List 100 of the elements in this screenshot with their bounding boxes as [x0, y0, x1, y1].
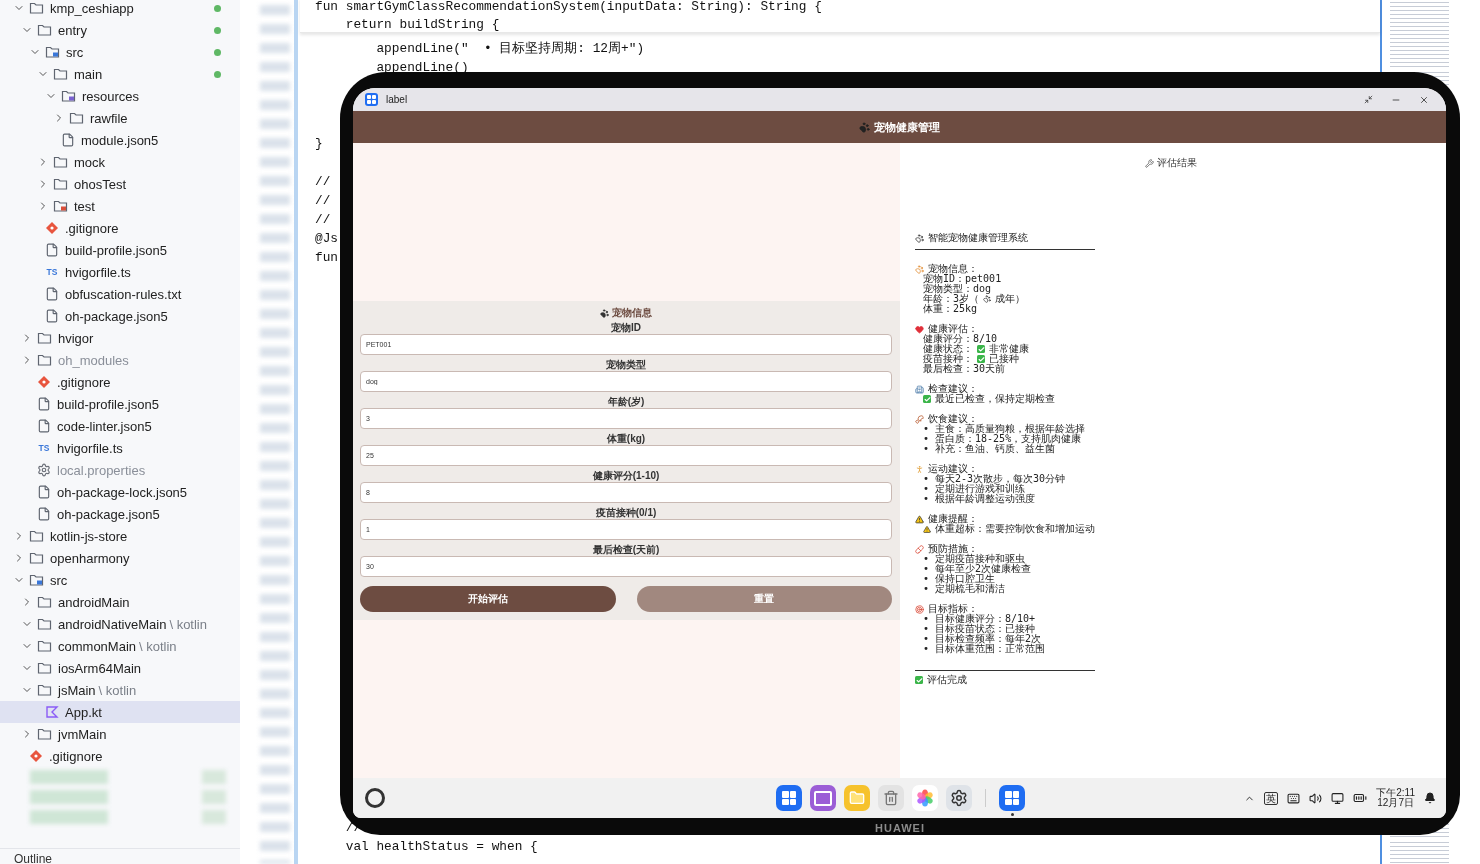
folder-icon: [53, 155, 68, 169]
tree-item[interactable]: oh-package.json5: [0, 305, 240, 327]
code-line: appendLine(" • 目标坚持周期: 12周+"): [375, 40, 645, 58]
folder-icon: [29, 551, 44, 565]
code-line: appendLine(): [375, 59, 469, 77]
item-label: rawfile: [90, 110, 128, 126]
field-label: 宠物类型: [606, 358, 646, 371]
report-line: 非常健康: [989, 344, 1029, 354]
item-label: .gitignore: [57, 374, 111, 390]
file-icon: [37, 419, 51, 433]
tree-item[interactable]: obfuscation-rules.txt: [0, 283, 240, 305]
report-line: • 补充：鱼油、钙质、益生菌: [922, 444, 1056, 454]
folder-icon: [37, 661, 52, 675]
tree-item[interactable]: .gitignore: [0, 745, 240, 767]
tree-item[interactable]: ohosTest: [0, 173, 240, 195]
app-grid-icon[interactable]: [999, 785, 1025, 811]
tree-item[interactable]: kotlin-js-store: [0, 525, 240, 547]
item-label: hvigorfile.ts: [57, 440, 123, 456]
paw-icon: [859, 121, 870, 133]
report-line: • 定期进行游戏和训练: [922, 484, 1026, 494]
folder-icon: [37, 331, 52, 345]
tree-item[interactable]: hvigor: [0, 327, 240, 349]
folder-icon: [69, 111, 84, 125]
person-icon: [915, 464, 924, 474]
tree-item[interactable]: resources: [0, 85, 240, 107]
report-heading: 运动建议：: [928, 464, 978, 474]
tree-item[interactable]: src: [0, 569, 240, 591]
tree-item[interactable]: iosArm64Main: [0, 657, 240, 679]
tree-item[interactable]: main: [0, 63, 240, 85]
report-title: 智能宠物健康管理系统: [928, 233, 1028, 243]
tree-item[interactable]: module.json5: [0, 129, 240, 151]
item-label: .gitignore: [65, 220, 119, 236]
tree-item[interactable]: code-linter.json5: [0, 415, 240, 437]
tree-item[interactable]: jvmMain: [0, 723, 240, 745]
battery-icon: [1353, 791, 1368, 805]
item-label: local.properties: [57, 462, 146, 478]
item-label: kmp_ceshiapp: [50, 0, 134, 16]
report-heading: 饮食建议：: [928, 414, 978, 424]
home-button[interactable]: [365, 788, 385, 808]
start-button[interactable]: 开始评估: [360, 586, 616, 612]
tree-item[interactable]: .gitignore: [0, 371, 240, 393]
input-method-indicator[interactable]: 英: [1264, 791, 1279, 805]
code-line: //: [315, 173, 332, 191]
paw-icon: [983, 295, 992, 303]
keyboard-icon: [1287, 791, 1301, 805]
building-icon: [915, 384, 924, 394]
report-heading: 健康提醒：: [928, 514, 978, 524]
monitor-icon: [1331, 791, 1345, 805]
report-line: • 目标检查频率：每年2次: [922, 634, 1043, 644]
report-line: • 定期疫苗接种和驱虫: [922, 554, 1027, 564]
folder-icon: [29, 529, 44, 543]
tree-item[interactable]: oh-package.json5: [0, 503, 240, 525]
clock-date: 12月7日: [1377, 798, 1414, 809]
folder-icon: [37, 683, 52, 697]
tree-item[interactable]: src: [0, 41, 240, 63]
item-label: androidNativeMain \ kotlin: [58, 616, 207, 632]
tree-item[interactable]: TS hvigorfile.ts: [0, 261, 240, 283]
flower-icon[interactable]: [912, 785, 938, 811]
gear-icon: [37, 463, 51, 477]
app-grid-icon[interactable]: [776, 785, 802, 811]
trash-icon[interactable]: [878, 785, 904, 811]
folder-icon: [37, 727, 52, 741]
item-label: hvigorfile.ts: [65, 264, 131, 280]
code-line: //: [315, 211, 332, 229]
code-line: fun smartGymClassRecommendationSystem(inputData: String): String {: [315, 0, 823, 16]
tree-item[interactable]: build-profile.json5: [0, 239, 240, 261]
tree-item[interactable]: androidMain: [0, 591, 240, 613]
report-line: 成年）: [995, 294, 1026, 304]
git-icon: [37, 375, 51, 389]
report-line: 年龄：3岁（: [923, 294, 980, 304]
result-title: 评估结果: [1156, 156, 1197, 170]
item-label: oh-package.json5: [65, 308, 168, 324]
report-line: 体重超标：需要控制饮食和增加运动: [935, 524, 1095, 534]
tree-item[interactable]: test: [0, 195, 240, 217]
settings-icon[interactable]: [946, 785, 972, 811]
item-label: src: [66, 44, 84, 60]
window-icon[interactable]: [810, 785, 836, 811]
tree-item[interactable]: jsMain \ kotlin: [0, 679, 240, 701]
item-label: src: [50, 572, 68, 588]
tree-item[interactable]: .gitignore: [0, 217, 240, 239]
tree-item[interactable]: TS hvigorfile.ts: [0, 437, 240, 459]
outline-tab[interactable]: Outline: [0, 848, 240, 864]
tree-item[interactable]: openharmony: [0, 547, 240, 569]
paw-icon: [915, 233, 924, 243]
tree-item[interactable]: App.kt: [0, 701, 240, 723]
tree-item[interactable]: rawfile: [0, 107, 240, 129]
tree-item[interactable]: androidNativeMain \ kotlin: [0, 613, 240, 635]
item-label: androidMain: [58, 594, 130, 610]
restore-icon: [1363, 95, 1373, 104]
tree-item[interactable]: entry: [0, 19, 240, 41]
tree-item[interactable]: commonMain \ kotlin: [0, 635, 240, 657]
tree-item[interactable]: oh-package-lock.json5: [0, 481, 240, 503]
tree-item[interactable]: kmp_ceshiapp: [0, 0, 240, 19]
tree-item[interactable]: build-profile.json5: [0, 393, 240, 415]
field-label: 年龄(岁): [607, 395, 645, 408]
tree-item[interactable]: mock: [0, 151, 240, 173]
folder-icon: [53, 199, 68, 213]
folder-icon: [29, 1, 44, 15]
code-line: val healthStatus = when {: [344, 838, 538, 856]
file-type-label: TS: [45, 267, 59, 277]
